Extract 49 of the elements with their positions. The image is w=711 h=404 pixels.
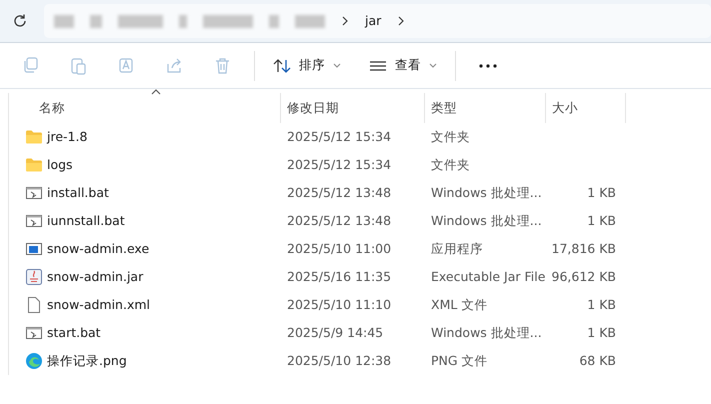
view-button[interactable]: 查看	[359, 48, 447, 82]
file-size: 17,816 KB	[552, 240, 616, 258]
file-name[interactable]: snow-admin.xml	[47, 296, 150, 314]
file-type: Windows 批处理...	[431, 184, 542, 202]
file-name[interactable]: logs	[47, 156, 73, 174]
file-name[interactable]: install.bat	[47, 184, 109, 202]
file-size: 1 KB	[587, 296, 616, 314]
refresh-icon[interactable]	[12, 13, 28, 29]
sort-icon	[273, 58, 291, 74]
file-type: PNG 文件	[431, 352, 488, 370]
file-name[interactable]: snow-admin.exe	[47, 240, 150, 258]
column-header[interactable]: 大小	[546, 93, 626, 123]
file-type: Executable Jar File	[431, 268, 546, 286]
more-icon	[479, 64, 497, 68]
file-name[interactable]: snow-admin.jar	[47, 268, 144, 286]
file-size: 1 KB	[587, 324, 616, 342]
file-type: XML 文件	[431, 296, 488, 314]
caret-icon	[333, 62, 341, 68]
column-header[interactable]: 类型	[425, 93, 546, 123]
file-name[interactable]: iunnstall.bat	[47, 212, 125, 230]
chevron-icon	[341, 16, 349, 26]
modified-date: 2025/5/10 11:00	[287, 240, 392, 258]
sort-button[interactable]: 排序	[263, 48, 351, 82]
file-name[interactable]: start.bat	[47, 324, 101, 342]
file-size: 1 KB	[587, 184, 616, 202]
modified-date: 2025/5/12 15:34	[287, 128, 392, 146]
column-header[interactable]: 修改日期	[281, 93, 425, 123]
address-bar[interactable]: jar	[44, 4, 711, 38]
file-size: 96,612 KB	[552, 268, 616, 286]
file-size: 1 KB	[587, 212, 616, 230]
modified-date: 2025/5/10 12:38	[287, 352, 392, 370]
modified-date: 2025/5/12 13:48	[287, 184, 392, 202]
modified-date: 2025/5/10 11:10	[287, 296, 392, 314]
file-type: Windows 批处理...	[431, 324, 542, 342]
breadcrumb-item[interactable]: jar	[365, 12, 382, 30]
file-name[interactable]: 操作记录.png	[47, 352, 127, 370]
file-type: 文件夹	[431, 128, 470, 146]
modified-date: 2025/5/12 13:48	[287, 212, 392, 230]
file-type: 文件夹	[431, 156, 470, 174]
caret-icon	[429, 62, 437, 68]
modified-date: 2025/5/9 14:45	[287, 324, 384, 342]
modified-date: 2025/5/16 11:35	[287, 268, 392, 286]
modified-date: 2025/5/12 15:34	[287, 156, 392, 174]
file-type: Windows 批处理...	[431, 212, 542, 230]
file-type: 应用程序	[431, 240, 483, 258]
column-header[interactable]: 名称	[9, 93, 281, 123]
file-size: 68 KB	[579, 352, 616, 370]
chevron-icon	[397, 16, 406, 26]
file-name[interactable]: jre-1.8	[47, 128, 88, 146]
